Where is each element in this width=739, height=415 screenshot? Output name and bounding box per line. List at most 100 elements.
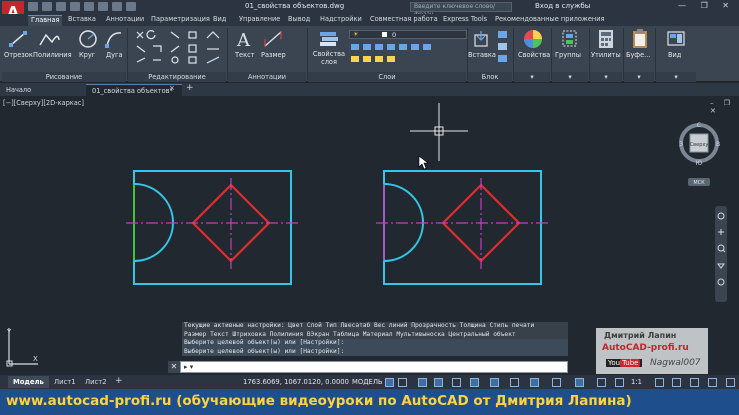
block-tools-icon[interactable]	[497, 30, 509, 66]
view-dropdown[interactable]: ▾	[656, 72, 696, 82]
new-icon[interactable]	[28, 2, 38, 11]
object-tracking-icon[interactable]	[470, 378, 479, 387]
right-figure[interactable]	[376, 170, 550, 285]
viewcube-east[interactable]: В	[716, 141, 720, 148]
utilities-dropdown[interactable]: ▾	[590, 72, 622, 82]
draw-panel-title[interactable]: Рисование	[2, 72, 126, 82]
workspace-icon[interactable]	[655, 378, 664, 387]
command-prompt-icon[interactable]: ▸ ▾	[184, 363, 193, 371]
save-icon[interactable]	[56, 2, 66, 11]
clipboard-dropdown[interactable]: ▾	[624, 72, 654, 82]
save-as-icon[interactable]	[70, 2, 80, 11]
circle-icon[interactable]	[78, 29, 98, 49]
print-icon[interactable]	[84, 2, 94, 11]
layout-tab-model[interactable]: Модель	[8, 376, 49, 388]
layout-tab-sheet2[interactable]: Лист2	[80, 376, 112, 388]
coordinates-readout[interactable]: 1763.6069, 1067.0120, 0.0000	[243, 378, 349, 386]
dynamic-ucs-icon[interactable]	[575, 378, 584, 387]
layers-panel-title[interactable]: Слои	[308, 72, 466, 82]
lineweight-icon[interactable]	[510, 378, 519, 387]
layer-properties-label[interactable]: Свойства слоя	[312, 50, 346, 66]
layer-properties-icon[interactable]	[318, 28, 340, 48]
tab-collaborate[interactable]: Совместная работа	[370, 15, 438, 26]
left-figure[interactable]	[126, 170, 300, 285]
tab-annotate[interactable]: Аннотации	[106, 15, 144, 26]
annotation-visibility-icon[interactable]	[597, 378, 606, 387]
annotation-scale[interactable]: 1:1	[631, 378, 642, 386]
transparency-icon[interactable]	[530, 378, 539, 387]
file-tab-start[interactable]: Начало	[0, 84, 86, 96]
layout-tab-sheet1[interactable]: Лист1	[49, 376, 81, 388]
groups-dropdown[interactable]: ▾	[552, 72, 588, 82]
isolate-objects-icon[interactable]	[690, 378, 699, 387]
properties-label[interactable]: Свойства	[518, 51, 550, 59]
navigation-bar[interactable]	[715, 206, 727, 302]
view-label[interactable]: Вид	[668, 51, 681, 59]
tab-express-tools[interactable]: Express Tools	[443, 15, 487, 26]
snap-icon[interactable]	[398, 378, 407, 387]
right-rectangle[interactable]	[383, 170, 542, 285]
left-rectangle[interactable]	[133, 170, 292, 285]
open-icon[interactable]	[42, 2, 52, 11]
viewcube-north[interactable]: С	[697, 122, 701, 129]
layer-tools-icon[interactable]	[349, 42, 467, 70]
close-tab-icon[interactable]: ×	[169, 84, 175, 92]
modify-panel-title[interactable]: Редактирование	[128, 72, 226, 82]
view-icon[interactable]	[666, 28, 686, 50]
ortho-icon[interactable]	[418, 378, 427, 387]
properties-dropdown[interactable]: ▾	[514, 72, 550, 82]
annotation-monitor-icon[interactable]	[672, 378, 681, 387]
osnap-icon[interactable]	[490, 378, 499, 387]
arc-icon[interactable]	[104, 29, 124, 49]
tab-parametric[interactable]: Параметризация	[151, 15, 210, 26]
dimension-icon[interactable]	[262, 29, 284, 49]
model-space-button[interactable]: МОДЕЛЬ	[352, 378, 383, 386]
lightbulb-icon[interactable]: ☀	[353, 31, 358, 38]
circle-tool-label[interactable]: Круг	[79, 51, 95, 59]
properties-icon[interactable]	[522, 28, 544, 50]
line-icon[interactable]	[8, 30, 28, 48]
tab-featured-apps[interactable]: Рекомендованные приложения	[495, 15, 604, 26]
groups-icon[interactable]	[560, 28, 580, 50]
clipboard-icon[interactable]	[630, 28, 650, 50]
annotation-panel-title[interactable]: Аннотации	[228, 72, 306, 82]
customization-icon[interactable]	[726, 378, 735, 387]
file-tab-current[interactable]: 01_свойства объектов*	[86, 84, 182, 96]
tab-addins[interactable]: Надстройки	[320, 15, 362, 26]
line-tool-label[interactable]: Отрезок	[4, 51, 33, 59]
polar-icon[interactable]	[434, 378, 443, 387]
search-input[interactable]: Введите ключевое слово/фразу	[410, 2, 512, 18]
redo-icon[interactable]	[112, 2, 122, 11]
new-layout-icon[interactable]: +	[115, 376, 123, 386]
arc-tool-label[interactable]: Дуга	[106, 51, 123, 59]
window-controls[interactable]: — ❐ ✕	[678, 1, 735, 10]
modify-tools-icon[interactable]	[133, 30, 225, 70]
tab-insert[interactable]: Вставка	[68, 15, 96, 26]
tab-output[interactable]: Вывод	[288, 15, 310, 26]
new-tab-icon[interactable]: +	[186, 83, 194, 93]
text-icon[interactable]: A	[234, 29, 254, 49]
login-button[interactable]: Вход в службы	[535, 2, 590, 10]
polyline-icon[interactable]	[38, 30, 60, 48]
command-line-options-icon[interactable]: ✕	[168, 361, 180, 373]
undo-icon[interactable]	[98, 2, 108, 11]
viewcube-south[interactable]: Ю	[696, 160, 703, 167]
insert-block-icon[interactable]	[472, 29, 492, 49]
tab-manage[interactable]: Управление	[239, 15, 280, 26]
navigation-tools-icon[interactable]	[715, 206, 727, 302]
selection-cycling-icon[interactable]	[552, 378, 561, 387]
block-panel-title[interactable]: Блок	[468, 72, 512, 82]
text-tool-label[interactable]: Текст	[235, 51, 255, 59]
dimension-tool-label[interactable]: Размер	[261, 51, 286, 59]
viewcube-west[interactable]: З	[679, 141, 683, 148]
isodraft-icon[interactable]	[452, 378, 461, 387]
polyline-tool-label[interactable]: Полилиния	[33, 51, 72, 59]
utilities-icon[interactable]	[596, 28, 616, 50]
annotation-scale-icon[interactable]	[615, 378, 624, 387]
viewcube[interactable]: Сверху С Ю З В МСК	[678, 120, 724, 190]
grid-icon[interactable]	[385, 378, 394, 387]
command-line-input[interactable]: ▸ ▾	[180, 361, 568, 373]
share-icon[interactable]	[126, 2, 136, 11]
hardware-acceleration-icon[interactable]	[708, 378, 717, 387]
utilities-label[interactable]: Утилиты	[591, 51, 621, 59]
